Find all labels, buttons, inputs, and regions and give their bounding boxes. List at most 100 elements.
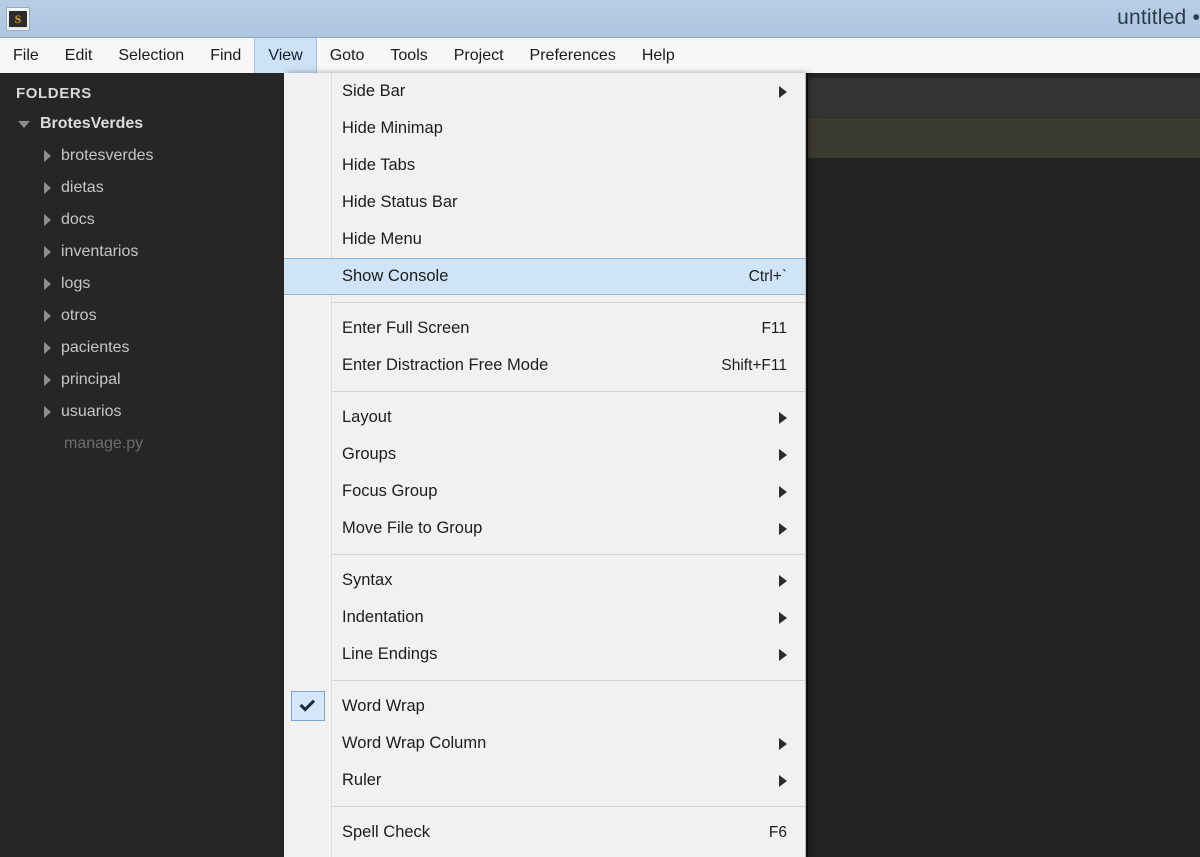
- menubar-item-edit[interactable]: Edit: [52, 38, 106, 73]
- menubar-item-file[interactable]: File: [0, 38, 52, 73]
- sidebar-folders-panel: FOLDERS BrotesVerdes brotesverdes dietas do…: [0, 73, 284, 857]
- menu-item-enter-full-screen[interactable]: Enter Full Screen F11: [284, 310, 805, 347]
- menubar-item-help[interactable]: Help: [629, 38, 688, 73]
- menu-item-label: Indentation: [342, 608, 424, 626]
- menu-item-label: Show Console: [342, 267, 449, 285]
- menu-item-groups[interactable]: Groups: [284, 436, 805, 473]
- checkmark-glyph: [299, 696, 316, 712]
- view-dropdown-menu[interactable]: Side Bar Hide Minimap Hide Tabs Hide Status…: [284, 73, 806, 857]
- folder-item-pacientes[interactable]: pacientes: [0, 332, 284, 364]
- submenu-arrow-icon: [779, 85, 787, 98]
- menu-item-layout[interactable]: Layout: [284, 399, 805, 436]
- menubar-item-view[interactable]: View: [254, 38, 317, 73]
- menu-item-enter-distraction-free-mode[interactable]: Enter Distraction Free Mode Shift+F11: [284, 347, 805, 384]
- menubar-item-tools[interactable]: Tools: [377, 38, 440, 73]
- menubar-item-project[interactable]: Project: [441, 38, 517, 73]
- submenu-arrow-icon: [779, 611, 787, 624]
- menu-item-shortcut: Ctrl+`: [748, 267, 787, 285]
- folder-item-dietas[interactable]: dietas: [0, 172, 284, 204]
- menu-item-label: Side Bar: [342, 82, 406, 100]
- menubar-item-find[interactable]: Find: [197, 38, 254, 73]
- menu-separator: [332, 806, 805, 807]
- menu-item-focus-group[interactable]: Focus Group: [284, 473, 805, 510]
- menu-item-label: Word Wrap: [342, 697, 425, 715]
- folder-root-brotesverdes[interactable]: BrotesVerdes: [0, 108, 284, 140]
- menu-item-label: Ruler: [342, 771, 382, 789]
- menu-item-move-file-to-group[interactable]: Move File to Group: [284, 510, 805, 547]
- menu-item-show-console[interactable]: Show Console Ctrl+`: [284, 258, 805, 295]
- sublime-text-icon: S: [6, 6, 30, 31]
- submenu-arrow-icon: [779, 774, 787, 787]
- check-icon[interactable]: [291, 691, 325, 721]
- menu-item-label: Line Endings: [342, 645, 438, 663]
- menu-item-syntax[interactable]: Syntax: [284, 562, 805, 599]
- menu-item-label: Move File to Group: [342, 519, 483, 537]
- current-line-highlight: [808, 118, 1200, 158]
- submenu-arrow-icon: [779, 448, 787, 461]
- menu-item-hide-minimap[interactable]: Hide Minimap: [284, 110, 805, 147]
- tree-item-label: inventarios: [61, 243, 139, 260]
- folder-item-principal[interactable]: principal: [0, 364, 284, 396]
- menu-item-hide-menu[interactable]: Hide Menu: [284, 221, 805, 258]
- menu-bar: File Edit Selection Find View Goto Tools Projec…: [0, 38, 1200, 73]
- menu-item-shortcut: F6: [768, 823, 787, 841]
- menu-item-side-bar[interactable]: Side Bar: [284, 73, 805, 110]
- folder-item-docs[interactable]: docs: [0, 204, 284, 236]
- menu-item-shortcut: Shift+F11: [721, 356, 787, 374]
- menu-item-shortcut: F11: [761, 319, 787, 337]
- chevron-right-icon[interactable]: [44, 214, 51, 226]
- menu-item-label: Spell Check: [342, 823, 431, 841]
- menu-item-indentation[interactable]: Indentation: [284, 599, 805, 636]
- chevron-right-icon[interactable]: [44, 374, 51, 386]
- chevron-right-icon[interactable]: [44, 342, 51, 354]
- editor-pane[interactable]: [807, 73, 1200, 857]
- submenu-arrow-icon: [779, 522, 787, 535]
- submenu-arrow-icon: [779, 411, 787, 424]
- menu-separator: [332, 680, 805, 681]
- menu-item-word-wrap[interactable]: Word Wrap: [284, 688, 805, 725]
- menu-item-spell-check[interactable]: Spell Check F6: [284, 814, 805, 851]
- chevron-right-icon[interactable]: [44, 182, 51, 194]
- menubar-item-selection[interactable]: Selection: [105, 38, 197, 73]
- file-item-manage-py[interactable]: manage.py: [0, 428, 284, 460]
- menu-item-hide-status-bar[interactable]: Hide Status Bar: [284, 184, 805, 221]
- menu-item-label: Focus Group: [342, 482, 438, 500]
- sidebar-header: FOLDERS: [16, 85, 92, 102]
- menu-item-hide-tabs[interactable]: Hide Tabs: [284, 147, 805, 184]
- tree-item-label: pacientes: [61, 339, 130, 356]
- submenu-arrow-icon: [779, 574, 787, 587]
- folder-item-brotesverdes[interactable]: brotesverdes: [0, 140, 284, 172]
- code-content[interactable]: [808, 158, 1200, 857]
- chevron-right-icon[interactable]: [44, 278, 51, 290]
- tree-item-label: usuarios: [61, 403, 122, 420]
- tree-item-label: logs: [61, 275, 91, 292]
- menu-item-label: Syntax: [342, 571, 393, 589]
- submenu-arrow-icon: [779, 648, 787, 661]
- tree-item-label: BrotesVerdes: [40, 115, 144, 132]
- chevron-right-icon[interactable]: [44, 310, 51, 322]
- menu-item-list: Side Bar Hide Minimap Hide Tabs Hide Status…: [284, 73, 805, 851]
- folder-item-usuarios[interactable]: usuarios: [0, 396, 284, 428]
- menu-item-line-endings[interactable]: Line Endings: [284, 636, 805, 673]
- menu-item-label: Layout: [342, 408, 392, 426]
- title-bar: S untitled •: [0, 0, 1200, 38]
- menu-item-ruler[interactable]: Ruler: [284, 762, 805, 799]
- menubar-item-goto[interactable]: Goto: [317, 38, 378, 73]
- tab-bar[interactable]: [808, 78, 1200, 118]
- folder-item-otros[interactable]: otros: [0, 300, 284, 332]
- menu-item-label: Hide Tabs: [342, 156, 416, 174]
- menu-item-label: Word Wrap Column: [342, 734, 487, 752]
- menubar-item-preferences[interactable]: Preferences: [517, 38, 629, 73]
- chevron-right-icon[interactable]: [44, 406, 51, 418]
- menu-separator: [332, 391, 805, 392]
- window-title: untitled •: [1117, 6, 1200, 29]
- tree-item-label: manage.py: [64, 435, 144, 452]
- chevron-right-icon[interactable]: [44, 150, 51, 162]
- chevron-down-icon[interactable]: [18, 120, 30, 128]
- folder-item-logs[interactable]: logs: [0, 268, 284, 300]
- folder-item-inventarios[interactable]: inventarios: [0, 236, 284, 268]
- menu-item-label: Hide Menu: [342, 230, 422, 248]
- menu-item-word-wrap-column[interactable]: Word Wrap Column: [284, 725, 805, 762]
- app-icon-letter: S: [9, 10, 27, 27]
- chevron-right-icon[interactable]: [44, 246, 51, 258]
